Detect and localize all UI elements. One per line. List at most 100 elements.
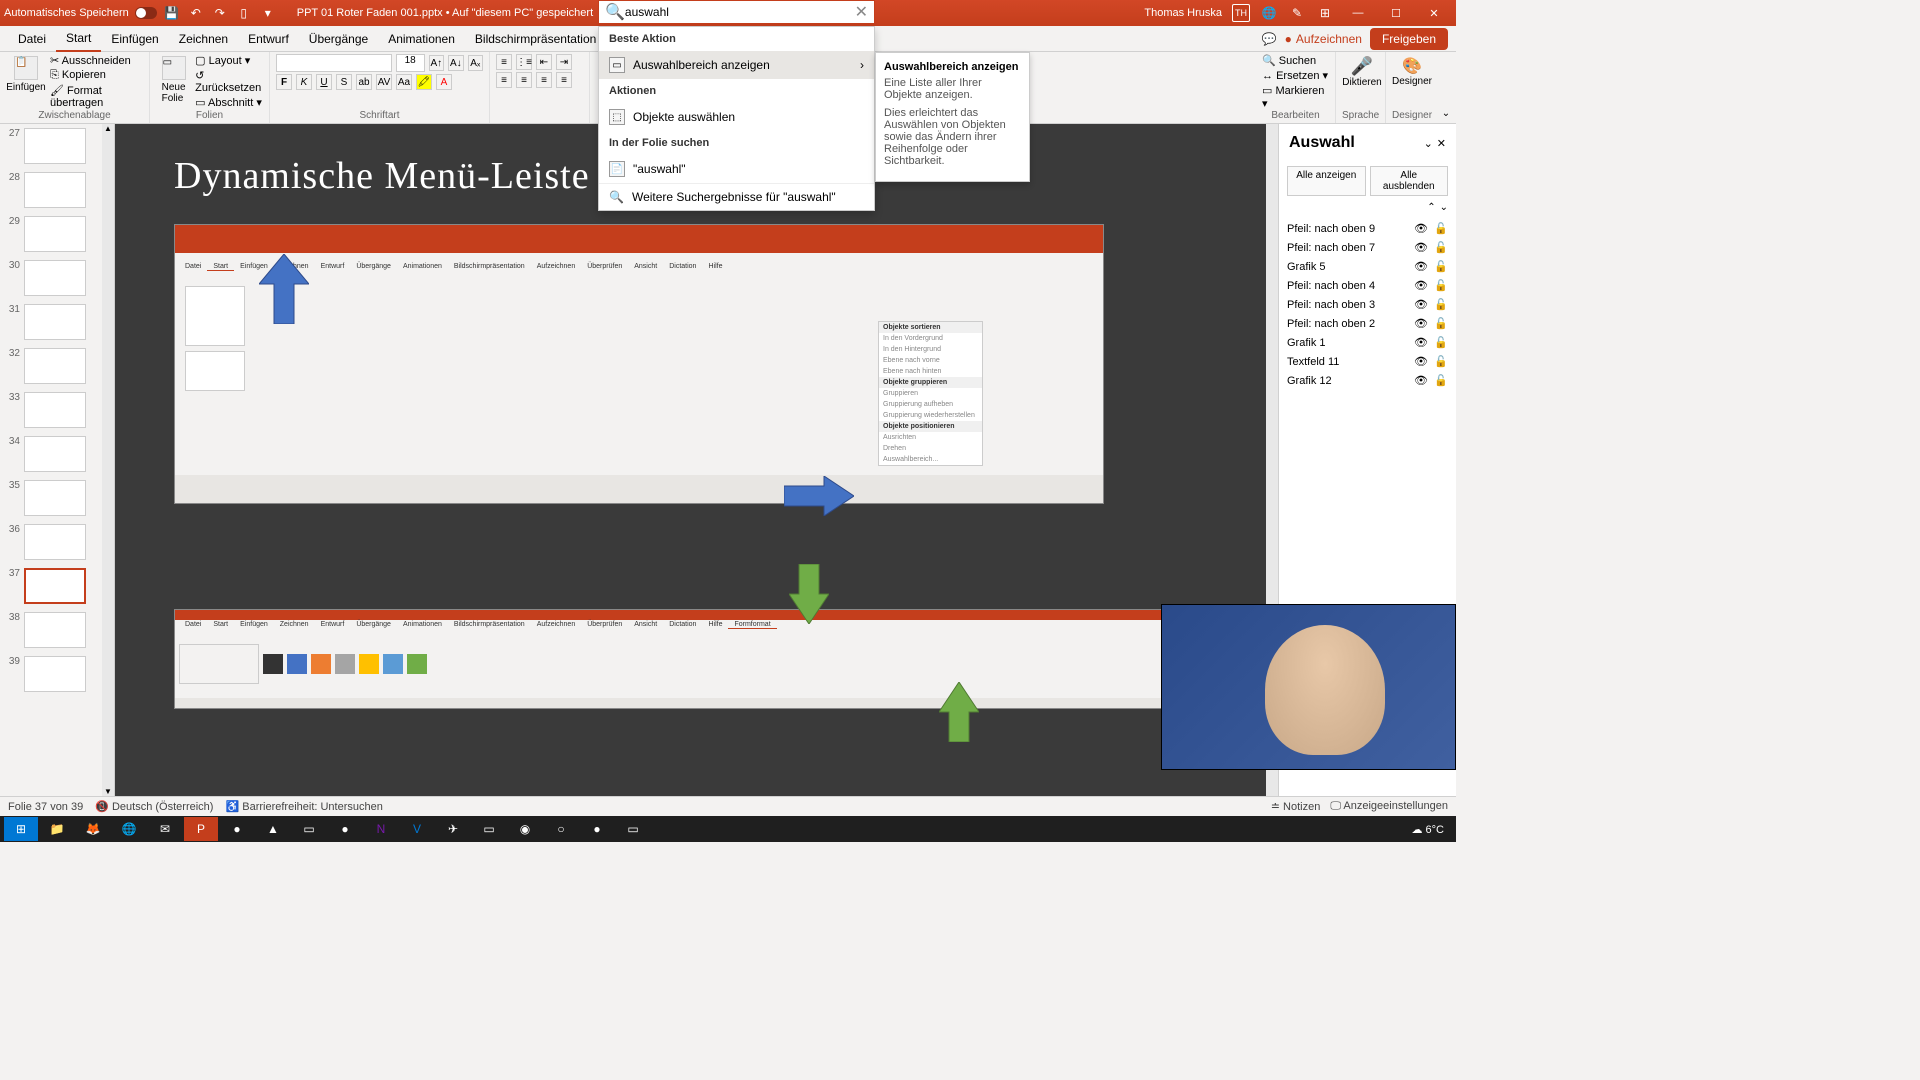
selection-item[interactable]: Pfeil: nach oben 2 👁 🔓 <box>1279 314 1456 333</box>
align-center-icon[interactable]: ≡ <box>516 72 532 88</box>
search-box[interactable]: 🔍 ✕ <box>598 0 875 24</box>
thumbnail-32[interactable]: 32 <box>0 344 114 388</box>
cut-button[interactable]: ✂ Ausschneiden <box>50 54 143 67</box>
align-right-icon[interactable]: ≡ <box>536 72 552 88</box>
search-best-item[interactable]: ▭ Auswahlbereich anzeigen › <box>599 51 874 79</box>
numbering-icon[interactable]: ⋮≡ <box>516 54 532 70</box>
bold-button[interactable]: F <box>276 74 292 90</box>
chevron-down-icon[interactable]: ⌄ <box>1424 137 1433 150</box>
qat-dropdown-icon[interactable]: ▾ <box>259 4 277 22</box>
thumbnail-35[interactable]: 35 <box>0 476 114 520</box>
font-combo[interactable] <box>276 54 392 72</box>
ribbon-mode-icon[interactable]: ⊞ <box>1316 4 1334 22</box>
dictate-button[interactable]: 🎤 Diktieren <box>1342 54 1382 90</box>
search-action-item[interactable]: ⬚ Objekte auswählen <box>599 103 874 131</box>
case-button[interactable]: Aa <box>396 74 412 90</box>
reset-button[interactable]: ↺ Zurücksetzen <box>195 69 263 94</box>
accessibility-status[interactable]: ♿ Barrierefreiheit: Untersuchen <box>225 800 382 813</box>
search-more-item[interactable]: 🔍 Weitere Suchergebnisse für "auswahl" <box>599 183 874 210</box>
indent-dec-icon[interactable]: ⇤ <box>536 54 552 70</box>
app5-icon[interactable]: ○ <box>544 817 578 841</box>
language-status[interactable]: 📵 Deutsch (Österreich) <box>95 800 213 813</box>
app4-icon[interactable]: ▭ <box>472 817 506 841</box>
maximize-icon[interactable]: ☐ <box>1382 3 1410 23</box>
chrome-icon[interactable]: 🌐 <box>112 817 146 841</box>
selection-item[interactable]: Textfeld 11 👁 🔓 <box>1279 352 1456 371</box>
tab-animationen[interactable]: Animationen <box>378 27 465 51</box>
app-icon[interactable]: ● <box>220 817 254 841</box>
copy-button[interactable]: ⎘ Kopieren <box>50 69 143 82</box>
selection-item[interactable]: Pfeil: nach oben 9 👁 🔓 <box>1279 219 1456 238</box>
tab-entwurf[interactable]: Entwurf <box>238 27 299 51</box>
increase-font-icon[interactable]: A↑ <box>429 55 444 71</box>
search-clear-icon[interactable]: ✕ <box>855 2 868 22</box>
lock-icon[interactable]: 🔓 <box>1434 317 1448 330</box>
shadow-button[interactable]: ab <box>356 74 372 90</box>
lock-icon[interactable]: 🔓 <box>1434 279 1448 292</box>
find-button[interactable]: 🔍 Suchen <box>1262 54 1329 67</box>
onenote-icon[interactable]: N <box>364 817 398 841</box>
clear-format-icon[interactable]: Aₓ <box>468 55 483 71</box>
visibility-icon[interactable]: 👁 <box>1414 241 1428 254</box>
tab-datei[interactable]: Datei <box>8 27 56 51</box>
selection-item[interactable]: Pfeil: nach oben 4 👁 🔓 <box>1279 276 1456 295</box>
vlc-icon[interactable]: ▲ <box>256 817 290 841</box>
move-down-icon[interactable]: ⌄ <box>1440 202 1448 213</box>
lock-icon[interactable]: 🔓 <box>1434 374 1448 387</box>
app2-icon[interactable]: ▭ <box>292 817 326 841</box>
app7-icon[interactable]: ▭ <box>616 817 650 841</box>
hide-all-button[interactable]: Alle ausblenden <box>1370 166 1449 196</box>
visibility-icon[interactable]: 👁 <box>1414 374 1428 387</box>
close-icon[interactable]: ✕ <box>1420 3 1448 23</box>
tab-uebergaenge[interactable]: Übergänge <box>299 27 378 51</box>
notes-button[interactable]: ≐ Notizen <box>1271 800 1321 813</box>
move-up-icon[interactable]: ⌃ <box>1427 202 1435 213</box>
thumbnail-33[interactable]: 33 <box>0 388 114 432</box>
highlight-button[interactable]: 🖍 <box>416 74 432 90</box>
size-combo[interactable]: 18 <box>396 54 425 72</box>
underline-button[interactable]: U <box>316 74 332 90</box>
thumbnail-34[interactable]: 34 <box>0 432 114 476</box>
save-icon[interactable]: 💾 <box>163 4 181 22</box>
tab-einfuegen[interactable]: Einfügen <box>101 27 168 51</box>
slide-panel[interactable]: 27 28 29 30 31 32 33 34 35 36 37 38 39 <box>0 124 115 796</box>
align-justify-icon[interactable]: ≡ <box>556 72 572 88</box>
selection-item[interactable]: Grafik 12 👁 🔓 <box>1279 371 1456 390</box>
redo-icon[interactable]: ↷ <box>211 4 229 22</box>
slideshow-icon[interactable]: ▯ <box>235 4 253 22</box>
close-pane-icon[interactable]: ✕ <box>1437 137 1446 150</box>
show-all-button[interactable]: Alle anzeigen <box>1287 166 1366 196</box>
search-input[interactable] <box>625 5 855 19</box>
selection-item[interactable]: Pfeil: nach oben 3 👁 🔓 <box>1279 295 1456 314</box>
visibility-icon[interactable]: 👁 <box>1414 298 1428 311</box>
app3-icon[interactable]: ● <box>328 817 362 841</box>
selection-item[interactable]: Grafik 5 👁 🔓 <box>1279 257 1456 276</box>
minimize-icon[interactable]: — <box>1344 3 1372 23</box>
indent-inc-icon[interactable]: ⇥ <box>556 54 572 70</box>
telegram-icon[interactable]: ✈ <box>436 817 470 841</box>
powerpoint-icon[interactable]: P <box>184 817 218 841</box>
thumbnail-31[interactable]: 31 <box>0 300 114 344</box>
visibility-icon[interactable]: 👁 <box>1414 336 1428 349</box>
tab-zeichnen[interactable]: Zeichnen <box>169 27 238 51</box>
undo-icon[interactable]: ↶ <box>187 4 205 22</box>
world-icon[interactable]: 🌐 <box>1260 4 1278 22</box>
italic-button[interactable]: K <box>296 74 312 90</box>
record-button[interactable]: ● Aufzeichnen <box>1285 32 1362 46</box>
section-button[interactable]: ▭ Abschnitt ▾ <box>195 96 263 109</box>
thumbnail-scrollbar[interactable] <box>102 124 114 796</box>
lock-icon[interactable]: 🔓 <box>1434 355 1448 368</box>
autosave-toggle[interactable] <box>135 7 157 19</box>
thumbnail-27[interactable]: 27 <box>0 124 114 168</box>
new-slide-button[interactable]: ▭ Neue Folie <box>156 54 191 109</box>
thumbnail-30[interactable]: 30 <box>0 256 114 300</box>
thumbnail-37[interactable]: 37 <box>0 564 114 608</box>
slide-canvas[interactable]: Dynamische Menü-Leiste DateiStartEinfüge… <box>115 124 1278 796</box>
thumbnail-29[interactable]: 29 <box>0 212 114 256</box>
font-color-button[interactable]: A <box>436 74 452 90</box>
weather-widget[interactable]: ☁ 6°C <box>1411 823 1444 836</box>
thumbnail-28[interactable]: 28 <box>0 168 114 212</box>
format-painter-button[interactable]: 🖌 Format übertragen <box>50 84 143 109</box>
selection-item[interactable]: Pfeil: nach oben 7 👁 🔓 <box>1279 238 1456 257</box>
display-settings-button[interactable]: 🖵 Anzeigeeinstellungen <box>1330 800 1448 813</box>
